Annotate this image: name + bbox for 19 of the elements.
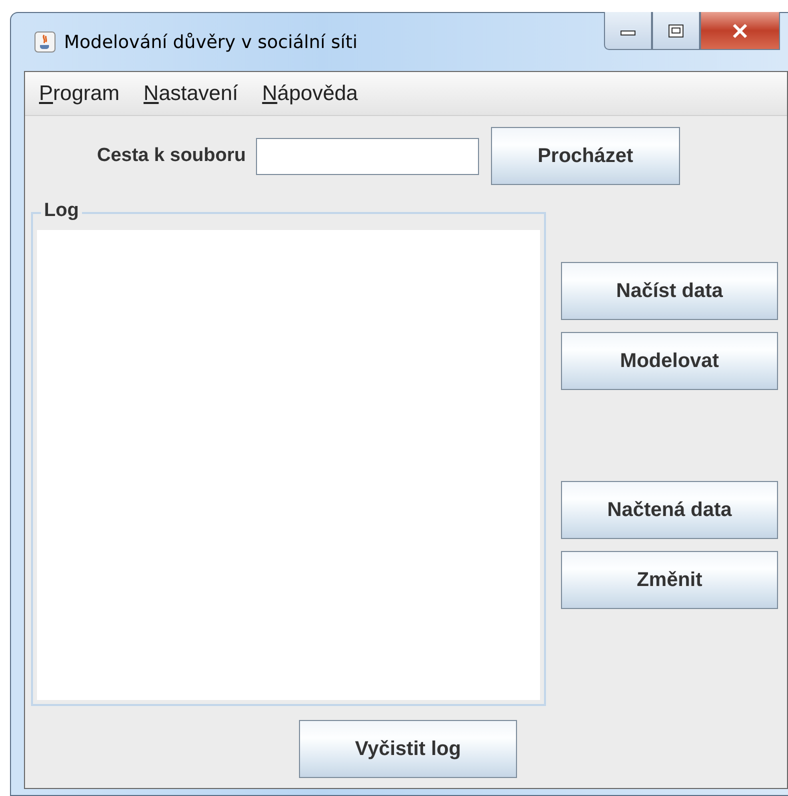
action-button[interactable]: Načíst data	[561, 262, 778, 320]
menu-item[interactable]: Nastavení	[144, 82, 238, 106]
path-field[interactable]	[256, 138, 479, 174]
action-button[interactable]: Změnit	[561, 551, 778, 609]
menu-item[interactable]: Program	[39, 82, 120, 106]
window-title: Modelování důvěry v sociální síti	[64, 32, 358, 52]
maximize-button[interactable]	[652, 12, 700, 50]
path-label: Cesta k souboru	[97, 145, 246, 167]
maximize-icon	[668, 24, 684, 38]
menu-item[interactable]: Nápověda	[262, 82, 358, 106]
minimize-button[interactable]	[604, 12, 652, 50]
group-title: Log	[41, 200, 82, 222]
close-icon	[730, 22, 750, 38]
close-button[interactable]	[700, 12, 780, 50]
cup-icon	[34, 31, 56, 53]
action-button[interactable]: Načtená data	[561, 481, 778, 539]
action-button[interactable]: Modelovat	[561, 332, 778, 390]
clear-log-button[interactable]: Vyčistit log	[299, 720, 517, 778]
browse-button[interactable]: Procházet	[490, 127, 680, 185]
